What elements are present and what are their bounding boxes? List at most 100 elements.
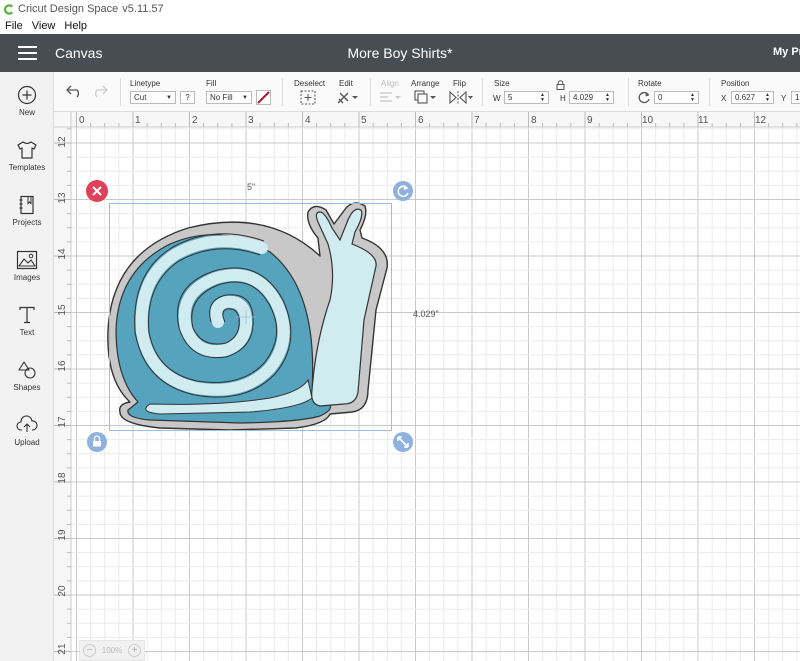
lock-handle[interactable]: [87, 432, 107, 452]
lock-icon[interactable]: [556, 80, 565, 90]
snail-image[interactable]: [107, 202, 388, 431]
fill-color-swatch-icon[interactable]: [256, 90, 271, 105]
stepper-icon[interactable]: ▲ ▼: [605, 92, 610, 103]
undo-icon[interactable]: [66, 84, 84, 98]
fill-value: No Fill: [210, 93, 233, 102]
rotate-label: Rotate: [638, 79, 662, 88]
shapes-icon: [18, 361, 36, 379]
sidebar-item-upload[interactable]: Upload: [0, 415, 54, 465]
rotate-icon: [638, 91, 650, 104]
sidebar-item-new[interactable]: New: [0, 85, 54, 135]
ruler-h-label: 10: [642, 115, 654, 126]
zoom-level: 100%: [101, 646, 123, 655]
my-projects-link[interactable]: My Pr: [773, 46, 800, 58]
width-value: 5: [508, 93, 513, 102]
app-version: v5.11.57: [122, 3, 164, 15]
ruler-h-label: 2: [192, 115, 198, 126]
sidebar-item-templates[interactable]: Templates: [0, 140, 54, 190]
sidebar-item-projects[interactable]: Projects: [0, 195, 54, 245]
edit-toolbar: Linetype Cut ▼ ? Fill No Fill ▼ Deselect…: [54, 72, 800, 112]
ruler-h-label: 3: [248, 115, 254, 126]
left-sidebar: New Templates Projects Images Text Shape…: [0, 72, 54, 661]
ruler-h-label: 1: [135, 115, 141, 126]
design-canvas[interactable]: 0 1 2 3 4 5 6 7 8 9 10 11 12 12 13 14 15…: [54, 112, 800, 661]
fill-select[interactable]: No Fill ▼: [206, 91, 252, 104]
align-label: Align: [381, 79, 399, 88]
align-icon[interactable]: [379, 91, 401, 104]
zoom-in-button[interactable]: +: [128, 644, 141, 657]
horizontal-ruler: [54, 112, 800, 127]
ruler-v-label: 16: [57, 360, 68, 372]
ruler-h-label: 7: [474, 115, 480, 126]
app-header: Canvas More Boy Shirts* My Pr: [0, 34, 800, 72]
ruler-v-label: 14: [57, 248, 68, 260]
ruler-v-label: 20: [57, 585, 68, 597]
height-label: H: [560, 94, 566, 103]
sidebar-item-label: Shapes: [13, 383, 41, 392]
edit-tools-icon[interactable]: [336, 90, 358, 105]
zoom-out-button[interactable]: −: [83, 644, 96, 657]
linetype-help-button[interactable]: ?: [180, 91, 195, 104]
sidebar-item-label: Text: [19, 328, 35, 337]
cloud-upload-icon: [16, 415, 38, 432]
sidebar-item-label: Images: [13, 273, 41, 282]
zoom-control: − 100% +: [79, 640, 145, 661]
toolbar-divider: [370, 78, 371, 106]
menu-view[interactable]: View: [27, 20, 60, 32]
text-t-icon: [19, 306, 35, 324]
linetype-label: Linetype: [130, 79, 161, 88]
stepper-icon[interactable]: ▲ ▼: [690, 92, 695, 103]
sidebar-item-text[interactable]: Text: [0, 305, 54, 355]
rotate-input[interactable]: 0 ▲ ▼: [654, 91, 699, 104]
height-input[interactable]: 4.029 ▲ ▼: [569, 91, 614, 104]
window-title: Cricut Design Space: [18, 3, 119, 15]
height-value: 4.029: [573, 93, 594, 102]
edit-label: Edit: [339, 79, 353, 88]
y-position-input[interactable]: 1: [791, 91, 800, 104]
width-label: W: [493, 94, 501, 103]
menu-file[interactable]: File: [0, 20, 27, 32]
sidebar-item-label: New: [18, 108, 35, 117]
rotate-handle[interactable]: [393, 181, 413, 201]
fill-label: Fill: [206, 79, 217, 88]
sidebar-item-label: Templates: [8, 163, 46, 172]
toolbar-divider: [628, 78, 629, 106]
ruler-v-label: 12: [57, 136, 68, 148]
menu-bar: File View Help: [0, 18, 800, 34]
x-position-input[interactable]: 0.627 ▲ ▼: [731, 91, 774, 104]
sidebar-item-label: Upload: [14, 438, 40, 447]
ruler-h-label: 0: [79, 115, 85, 126]
flip-icon[interactable]: [449, 90, 473, 105]
section-title: Canvas: [55, 45, 103, 61]
chevron-down-icon: ▼: [166, 94, 172, 101]
hamburger-menu-icon[interactable]: [18, 46, 37, 60]
deselect-label: Deselect: [294, 79, 326, 88]
sidebar-item-images[interactable]: Images: [0, 250, 54, 300]
ruler-h-label: 11: [698, 115, 709, 126]
canvas-grid[interactable]: 0 1 2 3 4 5 6 7 8 9 10 11 12 12 13 14 15…: [54, 112, 800, 661]
ruler-v-label: 19: [57, 529, 68, 541]
resize-handle[interactable]: [393, 432, 413, 452]
arrange-icon[interactable]: [414, 90, 436, 105]
sidebar-item-shapes[interactable]: Shapes: [0, 360, 54, 410]
ruler-h-label: 6: [418, 115, 424, 126]
deselect-icon[interactable]: [300, 90, 316, 105]
x-label: X: [721, 94, 727, 103]
width-input[interactable]: 5 ▲ ▼: [504, 91, 549, 104]
redo-icon[interactable]: [90, 84, 108, 98]
toolbar-divider: [709, 78, 710, 106]
menu-help[interactable]: Help: [59, 20, 91, 32]
toolbar-divider: [282, 78, 283, 106]
tshirt-icon: [17, 141, 37, 159]
stepper-icon[interactable]: ▲ ▼: [540, 92, 545, 103]
stepper-icon[interactable]: ▲ ▼: [765, 92, 770, 103]
x-position-value: 0.627: [735, 93, 756, 102]
delete-handle[interactable]: [86, 180, 108, 202]
cricut-logo-icon: [4, 3, 14, 15]
ruler-h-label: 9: [587, 115, 593, 126]
linetype-select[interactable]: Cut ▼: [130, 91, 176, 104]
chevron-down-icon: ▼: [242, 94, 248, 101]
position-label: Position: [721, 79, 750, 88]
ruler-v-label: 15: [57, 304, 68, 316]
flip-label: Flip: [453, 79, 466, 88]
